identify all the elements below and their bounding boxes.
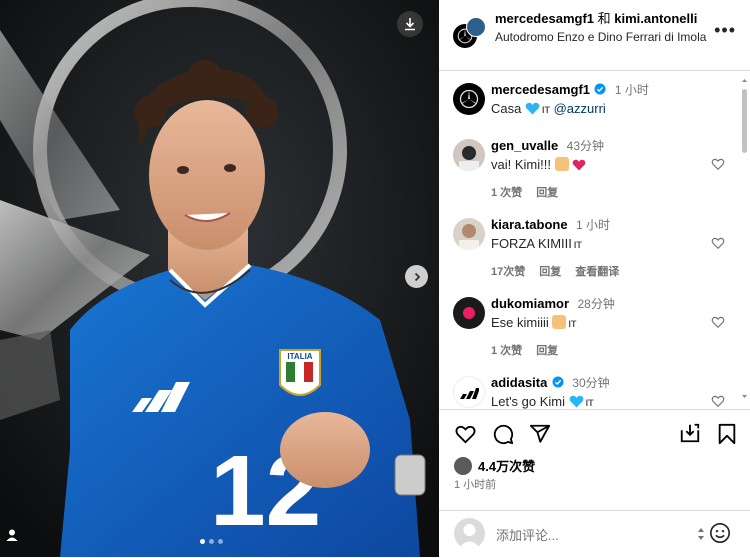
flag-code: IT: [585, 398, 594, 408]
like-comment-icon[interactable]: [711, 157, 725, 171]
comment-time: 28分钟: [577, 297, 615, 311]
reply-button[interactable]: 回复: [536, 345, 558, 357]
comments-list: mercedesamgf1 1 小时 Casa IT @azzurri gen_…: [439, 71, 750, 409]
header-text: mercedesamgf1 和 kimi.antonelli Autodromo…: [495, 10, 710, 46]
post-panel: mercedesamgf1 和 kimi.antonelli Autodromo…: [439, 0, 750, 557]
caption-avatar[interactable]: [453, 83, 485, 115]
comment-likes[interactable]: 1 次赞: [491, 345, 522, 357]
likes-count[interactable]: 4.4万次赞: [478, 456, 535, 475]
add-comment-bar: 添加评论...: [439, 510, 750, 558]
reply-button[interactable]: 回复: [539, 266, 561, 278]
comment-text: Ese kimiiii: [491, 315, 549, 330]
next-photo-button[interactable]: [405, 265, 428, 288]
comment-user[interactable]: dukomiamor: [491, 296, 569, 311]
comment-user[interactable]: gen_uvalle: [491, 138, 558, 153]
comment-icon[interactable]: [492, 423, 514, 445]
like-post-icon[interactable]: [454, 423, 477, 445]
flag-code: IT: [568, 319, 577, 329]
chevron-right-icon: [414, 272, 420, 281]
comment-time: 43分钟: [566, 139, 605, 153]
raised-hands-emoji: [554, 157, 569, 171]
like-comment-icon[interactable]: [711, 315, 725, 329]
comment-avatar[interactable]: [453, 297, 485, 329]
user-tag-icon: [6, 529, 18, 541]
comment-time: 1 小时: [576, 218, 611, 232]
caption-mention[interactable]: @azzurri: [554, 101, 606, 116]
action-bar: 4.4万次赞 1 小时前: [439, 409, 750, 511]
post-photo: ITALIA 12: [0, 0, 439, 557]
liker-avatar: [454, 456, 472, 475]
like-comment-icon[interactable]: [711, 394, 725, 408]
comments-scrollbar[interactable]: [739, 71, 750, 409]
download-button[interactable]: [397, 11, 423, 37]
flag-code: IT: [541, 105, 550, 115]
resize-arrows-icon[interactable]: [696, 526, 706, 542]
more-options-button[interactable]: •••: [714, 20, 736, 41]
comment-time: 30分钟: [572, 376, 610, 390]
caption-text: Casa: [491, 101, 522, 116]
share-icon[interactable]: [529, 423, 551, 445]
post-header: mercedesamgf1 和 kimi.antonelli Autodromo…: [439, 0, 750, 71]
flag-code: IT: [573, 240, 582, 250]
blue-heart-emoji: [525, 102, 540, 115]
comment-likes[interactable]: 1 次赞: [491, 187, 522, 199]
current-user-avatar: [454, 518, 485, 549]
verified-badge-icon: [594, 83, 606, 95]
comment-user[interactable]: kiara.tabone: [491, 217, 568, 232]
comment-input[interactable]: 添加评论...: [496, 525, 559, 544]
badge-text: ITALIA: [287, 352, 312, 361]
tagged-user-button[interactable]: [5, 528, 19, 542]
post-time[interactable]: 1 小时前: [454, 476, 496, 492]
save-to-collection-icon[interactable]: [679, 422, 701, 444]
emoji-icon[interactable]: [709, 522, 731, 544]
reply-button[interactable]: 回复: [536, 187, 558, 199]
header-location[interactable]: Autodromo Enzo e Dino Ferrari di Imola: [495, 29, 710, 46]
bookmark-icon[interactable]: [717, 423, 737, 445]
photo-artwork: ITALIA 12: [0, 0, 439, 557]
like-comment-icon[interactable]: [711, 236, 725, 250]
header-user-1[interactable]: mercedesamgf1: [495, 11, 594, 26]
red-heart-emoji: [572, 159, 586, 171]
comment-user[interactable]: adidasita: [491, 375, 547, 390]
header-user-2[interactable]: kimi.antonelli: [614, 11, 697, 26]
adidas-logo-icon: [460, 388, 479, 399]
caption-user[interactable]: mercedesamgf1: [491, 82, 590, 97]
comment-text: FORZA KIMIII: [491, 236, 572, 251]
comment-avatar[interactable]: [453, 139, 485, 171]
mercedes-star-icon: [459, 89, 479, 109]
comment-text: vai! Kimi!!!: [491, 157, 551, 172]
caption-time: 1 小时: [614, 83, 649, 97]
comment-likes[interactable]: 17次赞: [491, 266, 525, 278]
see-translation-button[interactable]: 查看翻译: [575, 266, 619, 278]
blue-heart-emoji: [569, 395, 583, 408]
verified-badge-icon: [552, 376, 564, 388]
raised-hands-emoji: [552, 315, 567, 329]
download-icon: [405, 18, 415, 31]
carousel-dots: [200, 539, 223, 544]
comment-avatar[interactable]: [453, 376, 485, 408]
header-connector: 和: [597, 11, 611, 26]
likes-summary[interactable]: 4.4万次赞: [454, 456, 535, 475]
comment-text: Let's go Kimi: [491, 394, 566, 409]
comment-avatar[interactable]: [453, 218, 485, 250]
header-avatar-kimi[interactable]: [466, 17, 486, 37]
